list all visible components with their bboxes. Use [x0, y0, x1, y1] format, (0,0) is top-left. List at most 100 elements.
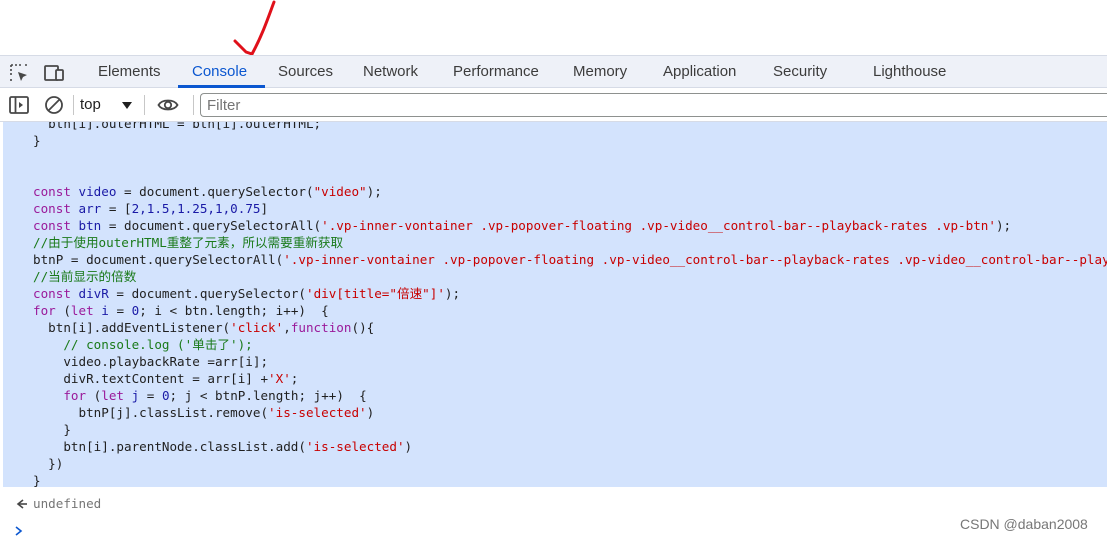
code-token: 'click' — [230, 320, 284, 335]
code-line: const video = document.querySelector("vi… — [33, 183, 382, 200]
tab-console[interactable]: Console — [192, 56, 247, 88]
code-line: //当前显示的倍数 — [33, 268, 136, 285]
code-token: = [ — [101, 201, 132, 216]
code-token: } — [33, 133, 41, 148]
code-token: ) — [404, 439, 413, 454]
code-token: 0 — [161, 388, 170, 403]
code-token: ) — [366, 405, 375, 420]
code-token: 'is-selected' — [305, 439, 405, 454]
code-token: arr — [78, 201, 102, 216]
tab-security[interactable]: Security — [773, 56, 827, 88]
code-token: const — [33, 286, 79, 301]
code-token: = document.querySelector( — [108, 286, 306, 301]
watermark: CSDN @daban2008 — [960, 516, 1088, 532]
code-line: const divR = document.querySelector('div… — [33, 285, 460, 302]
code-line: }) — [33, 455, 63, 472]
code-token: 'X' — [268, 371, 291, 386]
tab-application[interactable]: Application — [663, 56, 736, 88]
code-line: //由于使用outerHTML重整了元素，所以需要重新获取 — [33, 234, 343, 251]
console-result-row: undefined — [0, 495, 1107, 513]
code-token: btn[i].outerHTML = btn[i].outerHTML; — [33, 122, 322, 131]
code-token: = — [139, 388, 162, 403]
code-token: '.vp-inner-vontainer .vp-popover-floatin… — [321, 218, 996, 233]
toolbar-divider — [73, 95, 74, 115]
code-line: btn[i].outerHTML = btn[i].outerHTML; — [33, 122, 321, 132]
context-selector[interactable]: top — [80, 88, 101, 121]
code-token: btn[i].addEventListener( — [33, 320, 231, 335]
code-token: }) — [33, 456, 64, 471]
code-token: const — [33, 201, 79, 216]
code-line: btnP[j].classList.remove('is-selected') — [33, 404, 374, 421]
code-line: } — [33, 132, 41, 149]
code-token: btn — [78, 218, 102, 233]
code-token: 'div[title="倍速"]' — [305, 286, 445, 301]
code-token: (){ — [351, 320, 375, 335]
clear-console-icon[interactable] — [43, 94, 65, 116]
code-token: ; — [290, 371, 299, 386]
tab-network[interactable]: Network — [363, 56, 418, 88]
console-toolbar: top — [0, 88, 1107, 122]
code-token: = — [108, 303, 132, 318]
code-line: btn[i].addEventListener('click',function… — [33, 319, 374, 336]
code-token: ( — [86, 388, 102, 403]
code-line: video.playbackRate =arr[i]; — [33, 353, 268, 370]
tab-memory[interactable]: Memory — [573, 56, 627, 88]
code-token: for — [33, 303, 56, 318]
devtools-tab-bar: Elements Console Sources Network Perform… — [0, 55, 1107, 88]
code-line: btn[i].parentNode.classList.add('is-sele… — [33, 438, 412, 455]
code-token: const — [33, 218, 79, 233]
code-token: ] — [260, 201, 269, 216]
code-token: //由于使用outerHTML重整了元素，所以需要重新获取 — [33, 235, 344, 250]
code-token: 'is-selected' — [268, 405, 367, 420]
chevron-down-icon[interactable] — [122, 102, 132, 109]
toolbar-divider — [144, 95, 145, 115]
tab-elements[interactable]: Elements — [98, 56, 161, 88]
code-line: const arr = [2,1.5,1.25,1,0.75] — [33, 200, 268, 217]
tab-sources[interactable]: Sources — [278, 56, 333, 88]
code-token: divR — [78, 286, 109, 301]
code-line: const btn = document.querySelectorAll('.… — [33, 217, 1011, 234]
code-token: i — [101, 303, 109, 318]
sidebar-toggle-icon[interactable] — [8, 94, 30, 116]
red-annotation-arrow-icon — [233, 0, 276, 55]
result-value: undefined — [33, 496, 102, 511]
code-line: } — [33, 421, 71, 438]
tab-performance[interactable]: Performance — [453, 56, 539, 88]
code-token: video.playbackRate =arr[i]; — [33, 354, 269, 369]
code-line: btnP = document.querySelectorAll('.vp-in… — [33, 251, 1107, 268]
code-token: ( — [55, 303, 71, 318]
code-token: divR.textContent = arr[i] + — [33, 371, 269, 386]
code-token: btnP = document.querySelectorAll( — [33, 252, 284, 267]
inspect-element-icon[interactable] — [8, 62, 30, 84]
code-token: let — [101, 388, 132, 403]
code-token: , — [283, 320, 291, 335]
code-token: "video" — [313, 184, 367, 199]
code-token: video — [78, 184, 117, 199]
code-token: = document.querySelector( — [116, 184, 314, 199]
code-line: // console.log ('单击了'); — [33, 336, 253, 353]
code-token: //当前显示的倍数 — [33, 269, 137, 284]
console-code-block[interactable]: btn[i].outerHTML = btn[i].outerHTML;} con… — [3, 122, 1107, 487]
code-line: } — [33, 472, 41, 487]
filter-input[interactable] — [200, 93, 1107, 117]
code-token: } — [33, 422, 71, 437]
return-arrow-icon — [16, 499, 27, 509]
toolbar-divider — [193, 95, 194, 115]
code-token: btnP[j].classList.remove( — [33, 405, 269, 420]
eye-icon[interactable] — [157, 94, 179, 116]
code-token: 2,1.5,1.25,1,0.75 — [131, 201, 261, 216]
code-line: for (let j = 0; j < btnP.length; j++) { — [33, 387, 366, 404]
code-token: ); — [366, 184, 382, 199]
device-toolbar-icon[interactable] — [43, 62, 65, 84]
tab-lighthouse[interactable]: Lighthouse — [873, 56, 946, 88]
code-token: = document.querySelectorAll( — [101, 218, 322, 233]
code-token: '.vp-inner-vontainer .vp-popover-floatin… — [283, 252, 1107, 267]
code-token: const — [33, 184, 79, 199]
console-prompt-icon[interactable] — [12, 524, 26, 538]
code-line: for (let i = 0; i < btn.length; i++) { — [33, 302, 329, 319]
code-token: function — [290, 320, 352, 335]
code-line: divR.textContent = arr[i] +'X'; — [33, 370, 298, 387]
code-token: ); — [995, 218, 1012, 233]
code-token: // console.log ('单击了'); — [33, 337, 253, 352]
